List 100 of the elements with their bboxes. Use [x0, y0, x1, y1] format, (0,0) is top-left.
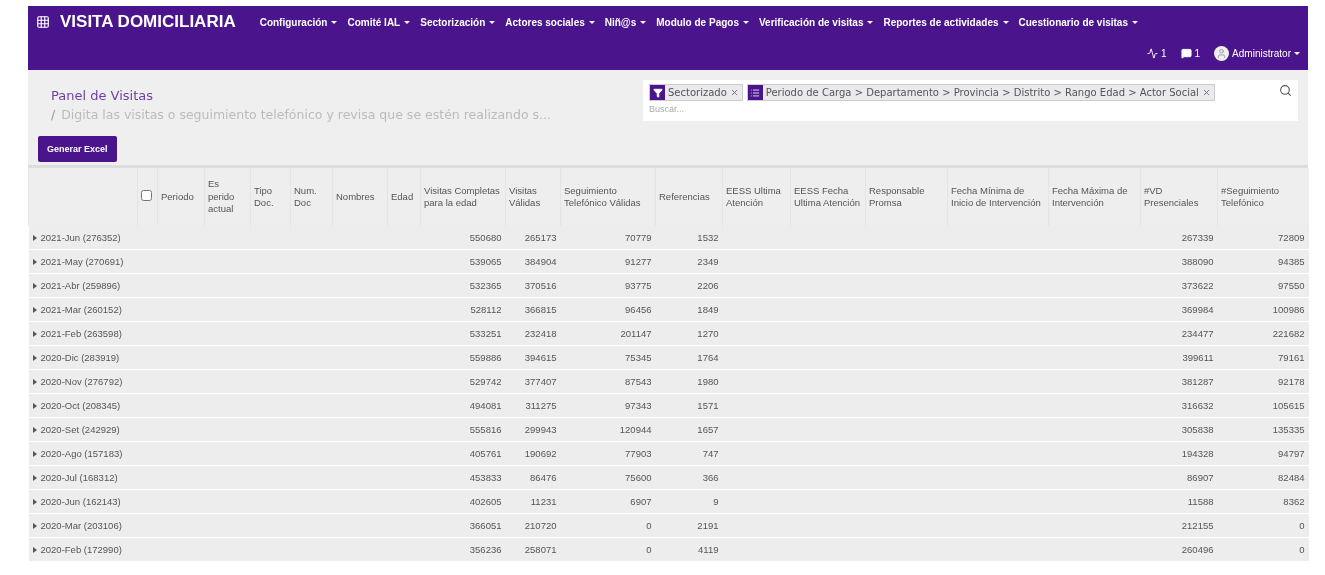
table-cell: 75600: [560, 465, 656, 490]
table-cell: 559886: [420, 345, 506, 370]
menu-item[interactable]: Reportes de actividades: [883, 16, 1009, 28]
column-header[interactable]: Nombres: [332, 168, 388, 226]
table-cell: 91277: [560, 249, 656, 274]
column-header[interactable]: Seguimiento Telefónico Válidas: [560, 168, 656, 226]
group-row-toggle[interactable]: 2021-Abr (259896): [28, 273, 138, 298]
table-cell: 366: [655, 465, 723, 490]
menu-item[interactable]: Niñ@s: [604, 16, 647, 28]
table-cell: 369984: [1140, 297, 1218, 322]
table-cell: 105615: [1217, 393, 1309, 418]
column-header[interactable]: Edad: [387, 168, 421, 226]
column-header[interactable]: EESS Fecha Ultima Atención: [790, 168, 866, 226]
menu-item[interactable]: Configuración: [259, 16, 338, 28]
group-row-toggle[interactable]: 2021-Jun (276352): [28, 226, 138, 250]
table-cell: 366051: [420, 513, 506, 538]
table-cell: 9: [655, 489, 723, 514]
table-cell: 194328: [1140, 441, 1218, 466]
menu-item[interactable]: Verificación de visitas: [758, 16, 874, 28]
table-cell: 1849: [655, 297, 723, 322]
table-cell: 94385: [1217, 249, 1309, 274]
group-row-toggle[interactable]: 2020-Nov (276792): [28, 369, 138, 394]
group-row-toggle[interactable]: 2020-Dic (283919): [28, 345, 138, 370]
breadcrumb-title[interactable]: Panel de Visitas: [51, 88, 552, 103]
table-cell: 100986: [1217, 297, 1309, 322]
table-cell: 316632: [1140, 393, 1218, 418]
table-cell: 305838: [1140, 417, 1218, 442]
group-row-toggle[interactable]: 2021-May (270691): [28, 249, 138, 274]
close-icon[interactable]: [1201, 88, 1211, 97]
messages-counter[interactable]: 1: [1180, 47, 1201, 59]
group-row-toggle[interactable]: 2020-Jun (162143): [28, 489, 138, 514]
search-field[interactable]: Sectorizado Periodo de Carga > Departamento > Provincia > Distrito > Rango Edad > Actor Social Buscar...: [643, 80, 1298, 121]
table-cell: 402605: [420, 489, 506, 514]
search-facet[interactable]: Sectorizado: [649, 84, 743, 101]
search-facet[interactable]: Periodo de Carga > Departamento > Provincia > Distrito > Rango Edad > Actor Social: [746, 84, 1215, 101]
table-cell: 97343: [560, 393, 656, 418]
table-cell: 120944: [560, 417, 656, 442]
table-cell: 135335: [1217, 417, 1309, 442]
group-row-toggle[interactable]: 2021-Feb (263598): [28, 321, 138, 346]
table-cell: 93775: [560, 273, 656, 298]
table-cell: 221682: [1217, 321, 1309, 346]
column-header[interactable]: EESS Ultima Atención: [722, 168, 791, 226]
group-row-toggle[interactable]: 2020-Feb (172990): [28, 537, 138, 562]
group-row-toggle[interactable]: 2020-Ago (157183): [28, 441, 138, 466]
table-cell: 366815: [505, 297, 561, 322]
export-button[interactable]: Generar Excel: [38, 136, 117, 162]
table-cell: 1270: [655, 321, 723, 346]
table-cell: 70779: [560, 226, 656, 250]
column-header[interactable]: Visitas Válidas: [505, 168, 561, 226]
group-row-toggle[interactable]: 2020-Jul (168312): [28, 465, 138, 490]
table-cell: 1532: [655, 226, 723, 250]
column-header[interactable]: Fecha Mínima de Inicio de Intervención: [947, 168, 1049, 226]
table-cell: 94797: [1217, 441, 1309, 466]
table-cell: 532365: [420, 273, 506, 298]
menu-item[interactable]: Actores sociales: [505, 16, 595, 28]
table-cell: 384904: [505, 249, 561, 274]
table-cell: 1657: [655, 417, 723, 442]
table-cell: 356236: [420, 537, 506, 562]
breadcrumb-separator: /: [51, 107, 56, 122]
avatar-icon: [1214, 45, 1230, 61]
column-header[interactable]: Visitas Completas para la edad: [420, 168, 506, 226]
search-icon[interactable]: [1279, 84, 1292, 97]
table-cell: 265173: [505, 226, 561, 250]
apps-grid-icon[interactable]: [36, 15, 50, 29]
table-cell: 555816: [420, 417, 506, 442]
column-header[interactable]: Fecha Máxima de Intervención: [1048, 168, 1141, 226]
table-cell: 6907: [560, 489, 656, 514]
group-row-toggle[interactable]: 2020-Mar (203106): [28, 513, 138, 538]
menu-item[interactable]: Sectorización: [420, 16, 496, 28]
group-row-toggle[interactable]: 2020-Oct (208345): [28, 393, 138, 418]
table-cell: 533251: [420, 321, 506, 346]
table-cell: 92178: [1217, 369, 1309, 394]
user-menu[interactable]: Administrator: [1214, 45, 1300, 61]
column-header[interactable]: Referencias: [655, 168, 723, 226]
table-cell: 377407: [505, 369, 561, 394]
table-cell: 494081: [420, 393, 506, 418]
menu-item[interactable]: Modulo de Pagos: [656, 16, 749, 28]
activity-counter[interactable]: 1: [1146, 47, 1167, 59]
table-cell: 72809: [1217, 226, 1309, 250]
column-header[interactable]: Tipo Doc.: [250, 168, 291, 226]
column-header[interactable]: #Seguimiento Telefónico: [1217, 168, 1309, 226]
table-cell: 453833: [420, 465, 506, 490]
table-cell: 0: [560, 537, 656, 562]
column-header[interactable]: Num. Doc: [290, 168, 333, 226]
select-all-checkbox[interactable]: [141, 189, 152, 201]
table-cell: 190692: [505, 441, 561, 466]
group-row-toggle[interactable]: 2021-Mar (260152): [28, 297, 138, 322]
column-header[interactable]: Periodo: [157, 168, 205, 226]
close-icon[interactable]: [729, 88, 739, 97]
table-cell: 399611: [1140, 345, 1218, 370]
table-cell: 258071: [505, 537, 561, 562]
table-cell: 86476: [505, 465, 561, 490]
menu-item[interactable]: Comité IAL: [347, 16, 411, 28]
column-header[interactable]: #VD Presenciales: [1140, 168, 1218, 226]
menu-item[interactable]: Cuestionario de visitas: [1018, 16, 1138, 28]
list-icon: [747, 85, 763, 100]
group-row-toggle[interactable]: 2020-Set (242929): [28, 417, 138, 442]
table-cell: 0: [1217, 513, 1309, 538]
column-header[interactable]: Es perido actual: [204, 168, 251, 226]
column-header[interactable]: Responsable Promsa: [865, 168, 948, 226]
